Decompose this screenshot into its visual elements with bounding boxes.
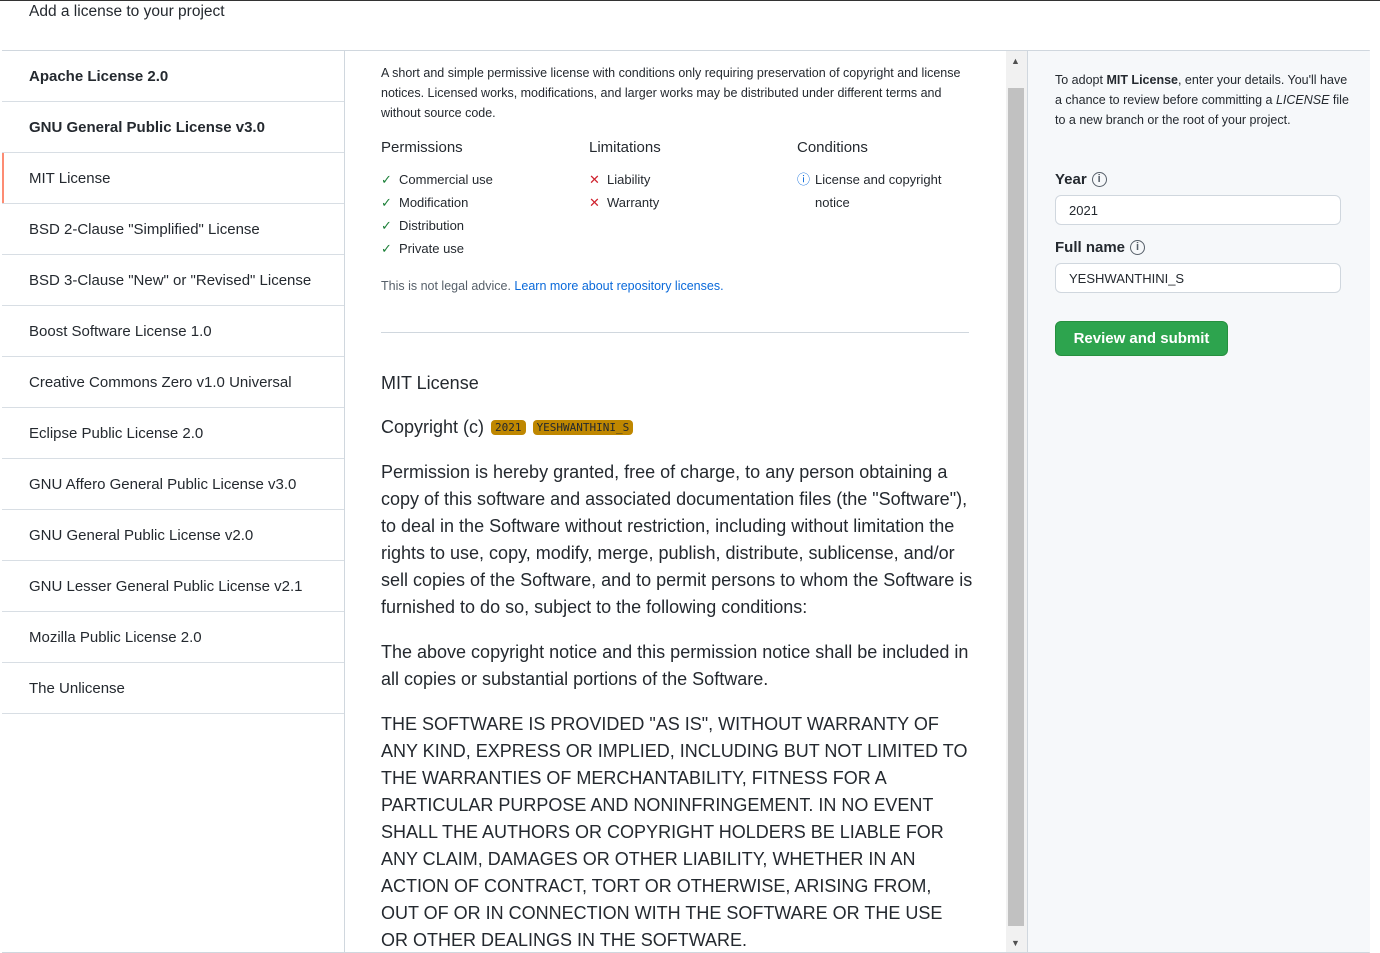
check-icon: ✓ [381,195,392,210]
sidebar-item-eclipse[interactable]: Eclipse Public License 2.0 [2,408,344,459]
license-paragraph-1: Permission is hereby granted, free of ch… [381,462,973,617]
sidebar-item-agpl[interactable]: GNU Affero General Public License v3.0 [2,459,344,510]
year-label: Year i [1055,171,1107,188]
copyright-line: Copyright (c) 2021 YESHWANTHINI_S [381,417,634,438]
details-panel: To adopt MIT License, enter your details… [1027,51,1370,952]
sidebar-item-unlicense[interactable]: The Unlicense [2,663,344,714]
info-icon[interactable]: i [1130,240,1146,255]
year-field[interactable] [1055,195,1341,225]
adopt-instructions: To adopt MIT License, enter your details… [1055,73,1349,127]
permissions-heading: Permissions [381,139,463,156]
top-border [0,0,1380,1]
sidebar-item-mozilla[interactable]: Mozilla Public License 2.0 [2,612,344,663]
x-icon: ✕ [589,172,600,187]
sidebar-item-boost[interactable]: Boost Software License 1.0 [2,306,344,357]
sidebar-item-lgpl[interactable]: GNU Lesser General Public License v2.1 [2,561,344,612]
scroll-down-icon[interactable]: ▼ [1011,938,1020,948]
sidebar-item-gpl-v3[interactable]: GNU General Public License v3.0 [2,102,344,153]
scrollbar-thumb[interactable] [1008,88,1024,926]
name-tag: YESHWANTHINI_S [532,420,634,435]
list-item: ✓ Modification [381,191,581,214]
list-item: ✕ Warranty [589,191,789,214]
check-icon: ✓ [381,241,392,256]
license-paragraph-3: THE SOFTWARE IS PROVIDED "AS IS", WITHOU… [381,714,968,950]
year-tag: 2021 [491,420,526,435]
info-icon: ⓘ [797,172,811,187]
license-sidebar: Apache License 2.0 GNU General Public Li… [2,51,345,952]
sidebar-item-gpl-v2[interactable]: GNU General Public License v2.0 [2,510,344,561]
scrollbar[interactable]: ▲ ▼ [1006,51,1027,952]
page-title: Add a license to your project [29,3,225,20]
info-icon[interactable]: i [1091,172,1107,187]
sidebar-item-mit[interactable]: MIT License [2,153,344,204]
review-and-submit-button[interactable]: Review and submit [1055,321,1228,356]
license-paragraph-2: The above copyright notice and this perm… [381,642,969,689]
license-title: MIT License [381,373,479,393]
permissions-column: Permissions ✓ Commercial use ✓ Modificatio… [381,139,581,260]
full-name-field[interactable] [1055,263,1341,293]
limitations-heading: Limitations [589,139,661,156]
conditions-column: Conditions ⓘ License and copyright notice [797,139,967,214]
legal-notice: This is not legal advice. Learn more abo… [381,279,724,293]
full-name-label: Full name i [1055,239,1146,256]
limitations-column: Limitations ✕ Liability ✕ Warranty [589,139,789,214]
divider [381,332,969,333]
list-item: ✓ Distribution [381,214,581,237]
list-item: ✕ Liability [589,168,789,191]
list-item: ✓ Commercial use [381,168,581,191]
license-content: A short and simple permissive license wi… [345,51,1005,952]
license-picker: Apache License 2.0 GNU General Public Li… [2,50,1370,953]
sidebar-item-apache[interactable]: Apache License 2.0 [2,51,344,102]
list-item: ⓘ License and copyright notice [797,168,967,214]
x-icon: ✕ [589,195,600,210]
list-item: ✓ Private use [381,237,581,260]
sidebar-item-cc0[interactable]: Creative Commons Zero v1.0 Universal [2,357,344,408]
scroll-up-icon[interactable]: ▲ [1011,56,1020,66]
conditions-heading: Conditions [797,139,868,156]
check-icon: ✓ [381,218,392,233]
license-description: A short and simple permissive license wi… [381,66,961,120]
sidebar-item-bsd-3[interactable]: BSD 3-Clause "New" or "Revised" License [2,255,344,306]
learn-more-link[interactable]: Learn more about repository licenses. [514,279,723,293]
check-icon: ✓ [381,172,392,187]
sidebar-item-bsd-2[interactable]: BSD 2-Clause "Simplified" License [2,204,344,255]
